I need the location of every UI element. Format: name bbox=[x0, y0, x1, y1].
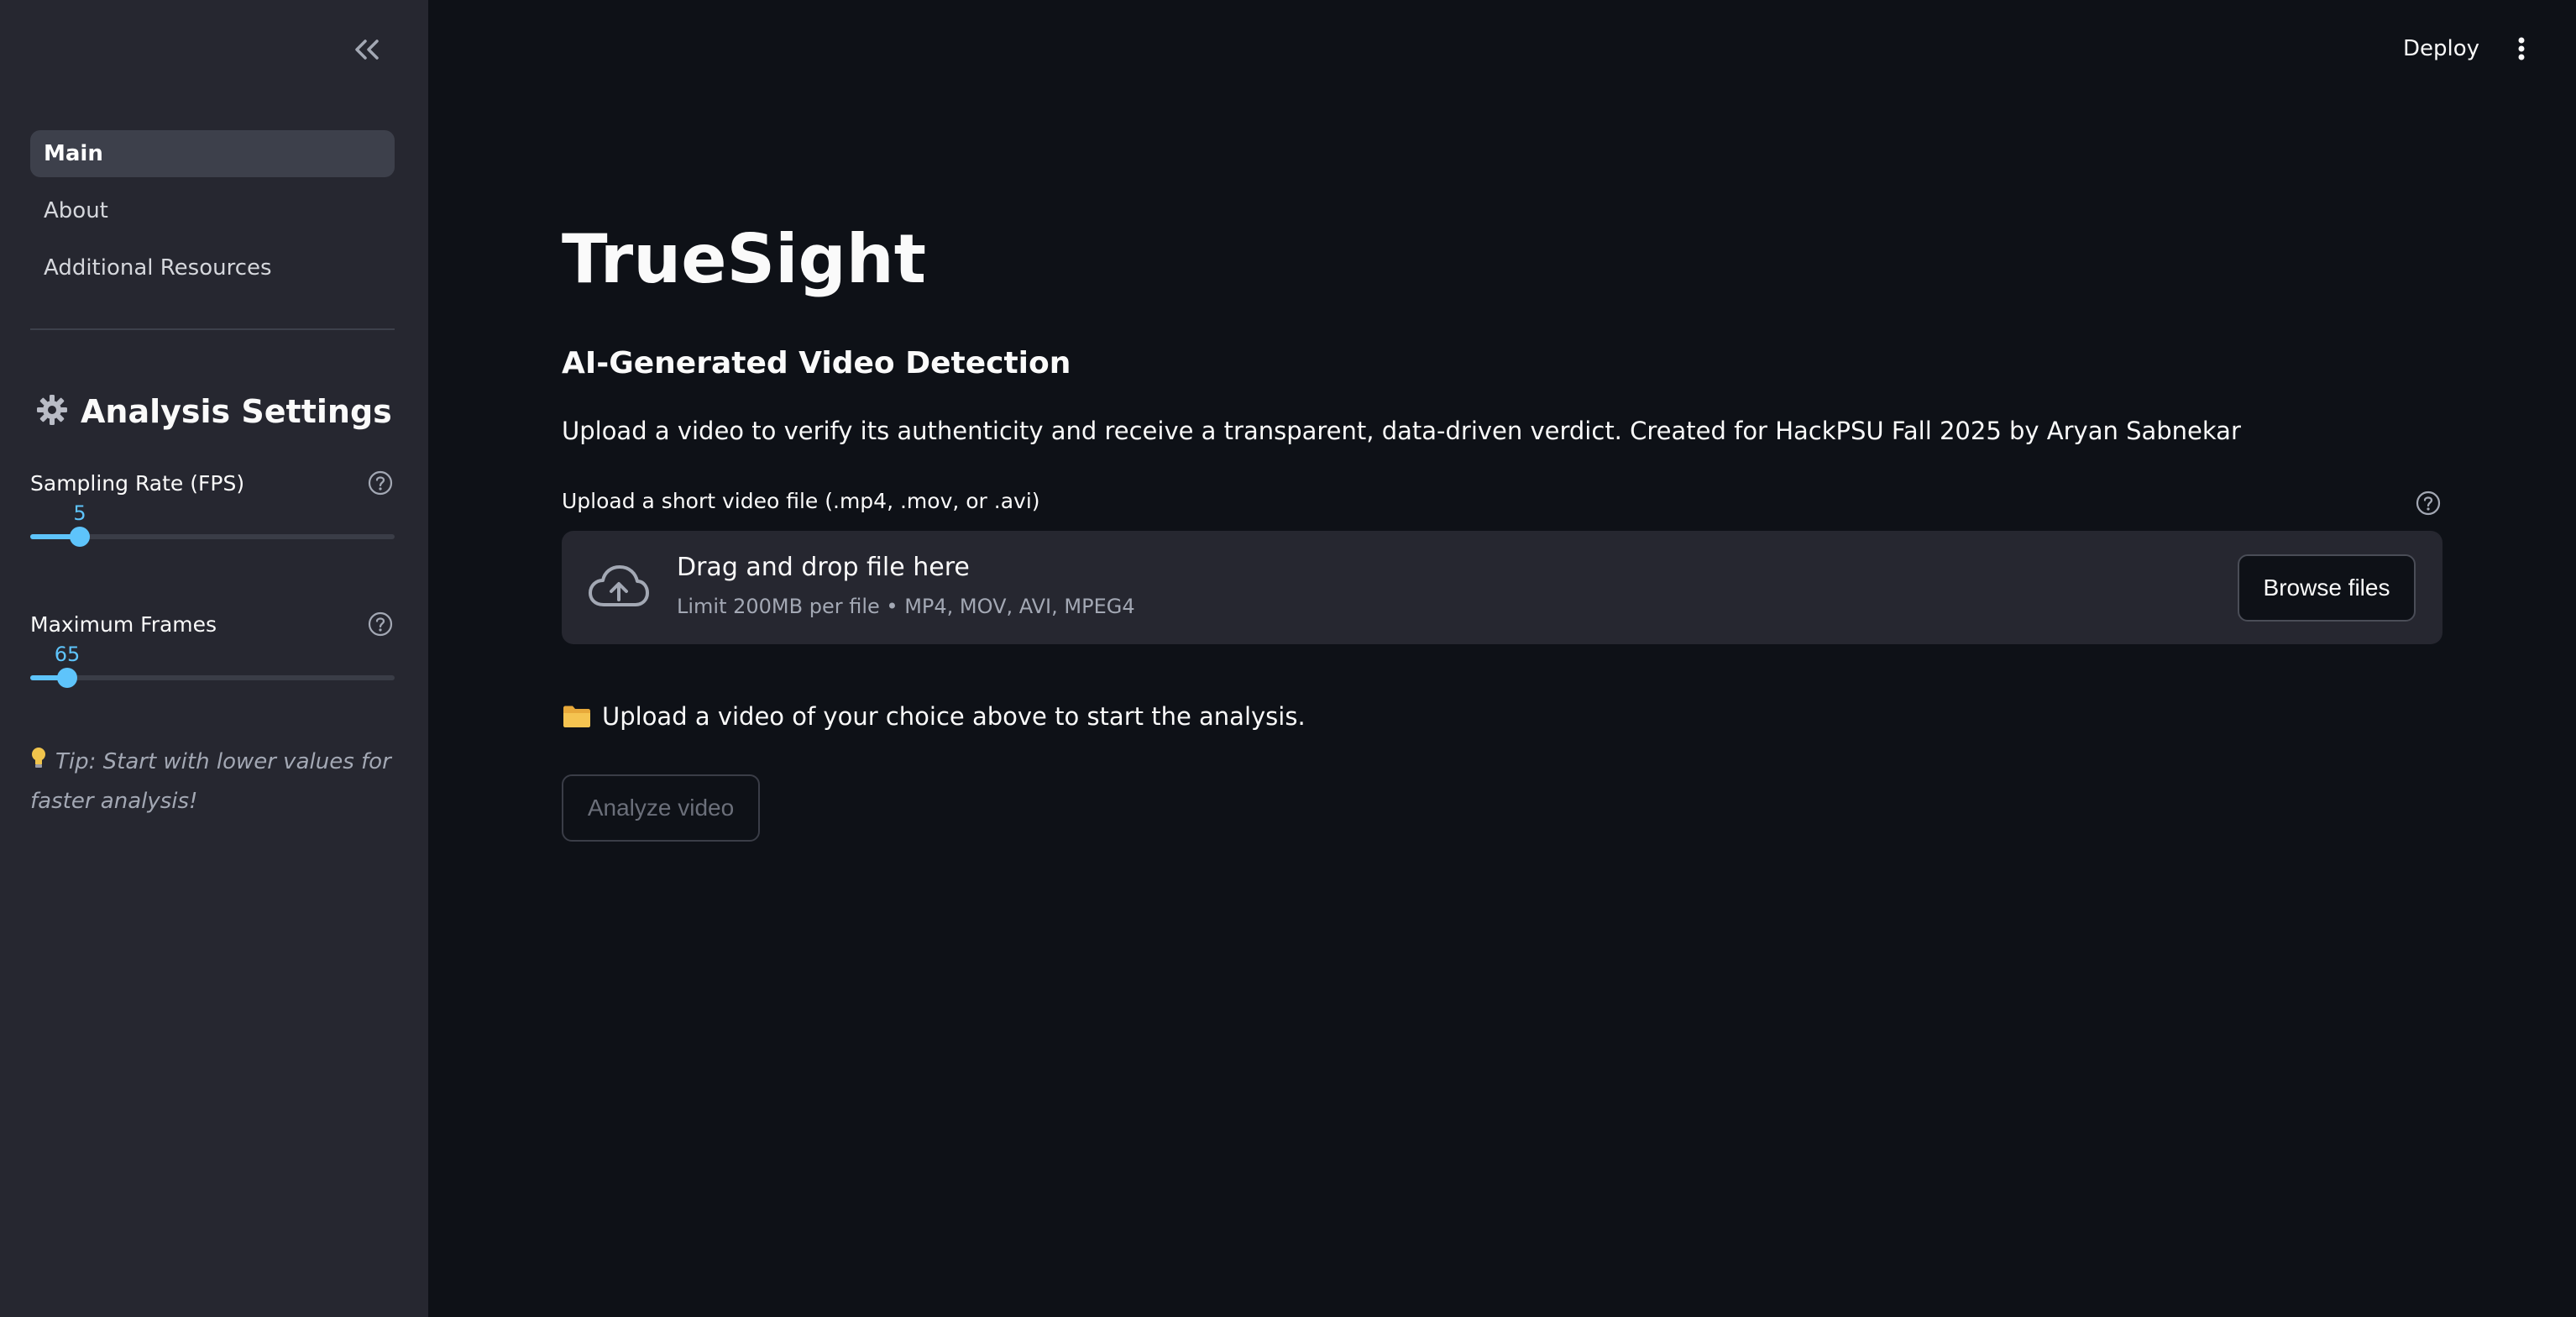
help-circle-icon[interactable] bbox=[2414, 489, 2442, 517]
dropzone-limits: Limit 200MB per file • MP4, MOV, AVI, MP… bbox=[677, 595, 1135, 618]
file-dropzone[interactable]: Drag and drop file here Limit 200MB per … bbox=[562, 531, 2442, 644]
folder-icon bbox=[562, 704, 592, 729]
sidebar-item-about[interactable]: About bbox=[30, 187, 395, 234]
analysis-settings-heading: Analysis Settings bbox=[35, 393, 392, 430]
browse-files-button[interactable]: Browse files bbox=[2238, 554, 2416, 622]
help-circle-icon[interactable] bbox=[366, 610, 395, 638]
page-description: Upload a video to verify its authenticit… bbox=[562, 417, 2241, 445]
sampling-rate-value: 5 bbox=[73, 501, 86, 525]
slider-thumb[interactable] bbox=[70, 527, 91, 547]
cloud-upload-icon bbox=[587, 563, 651, 613]
analyze-video-button[interactable]: Analyze video bbox=[562, 774, 760, 842]
sidebar: Main About Additional Resources Analysis… bbox=[0, 0, 428, 1317]
sidebar-item-main[interactable]: Main bbox=[30, 130, 395, 177]
help-circle-icon[interactable] bbox=[366, 469, 395, 497]
sidebar-nav: Main About Additional Resources bbox=[30, 130, 395, 302]
maximum-frames-label: Maximum Frames bbox=[30, 611, 217, 637]
slider-thumb[interactable] bbox=[56, 668, 77, 688]
maximum-frames-slider[interactable] bbox=[30, 668, 395, 688]
page-title: TrueSight bbox=[562, 220, 926, 298]
tip-text: Tip: Start with lower values for faster … bbox=[30, 749, 391, 814]
info-message-text: Upload a video of your choice above to s… bbox=[602, 702, 1306, 731]
sidebar-item-additional-resources[interactable]: Additional Resources bbox=[30, 244, 395, 291]
dropzone-title: Drag and drop file here bbox=[677, 553, 970, 582]
maximum-frames-slider-block: Maximum Frames 65 bbox=[30, 607, 395, 688]
app-root: Main About Additional Resources Analysis… bbox=[0, 0, 2576, 1317]
maximum-frames-value: 65 bbox=[54, 643, 81, 666]
tip-text-block: Tip: Start with lower values for faster … bbox=[30, 742, 395, 821]
double-chevron-left-icon[interactable] bbox=[349, 32, 385, 67]
settings-title: Analysis Settings bbox=[81, 393, 392, 430]
lightbulb-icon bbox=[30, 743, 47, 782]
vertical-dots-icon[interactable] bbox=[2507, 32, 2536, 66]
gear-icon bbox=[35, 393, 69, 430]
sampling-rate-slider-block: Sampling Rate (FPS) 5 bbox=[30, 466, 395, 547]
sidebar-divider bbox=[30, 328, 395, 330]
page-subtitle: AI-Generated Video Detection bbox=[562, 346, 1071, 380]
info-message: Upload a video of your choice above to s… bbox=[562, 702, 1306, 731]
sampling-rate-label: Sampling Rate (FPS) bbox=[30, 470, 245, 496]
sampling-rate-slider[interactable] bbox=[30, 527, 395, 547]
upload-label: Upload a short video file (.mp4, .mov, o… bbox=[562, 489, 1040, 513]
deploy-button[interactable]: Deploy bbox=[2403, 32, 2479, 66]
